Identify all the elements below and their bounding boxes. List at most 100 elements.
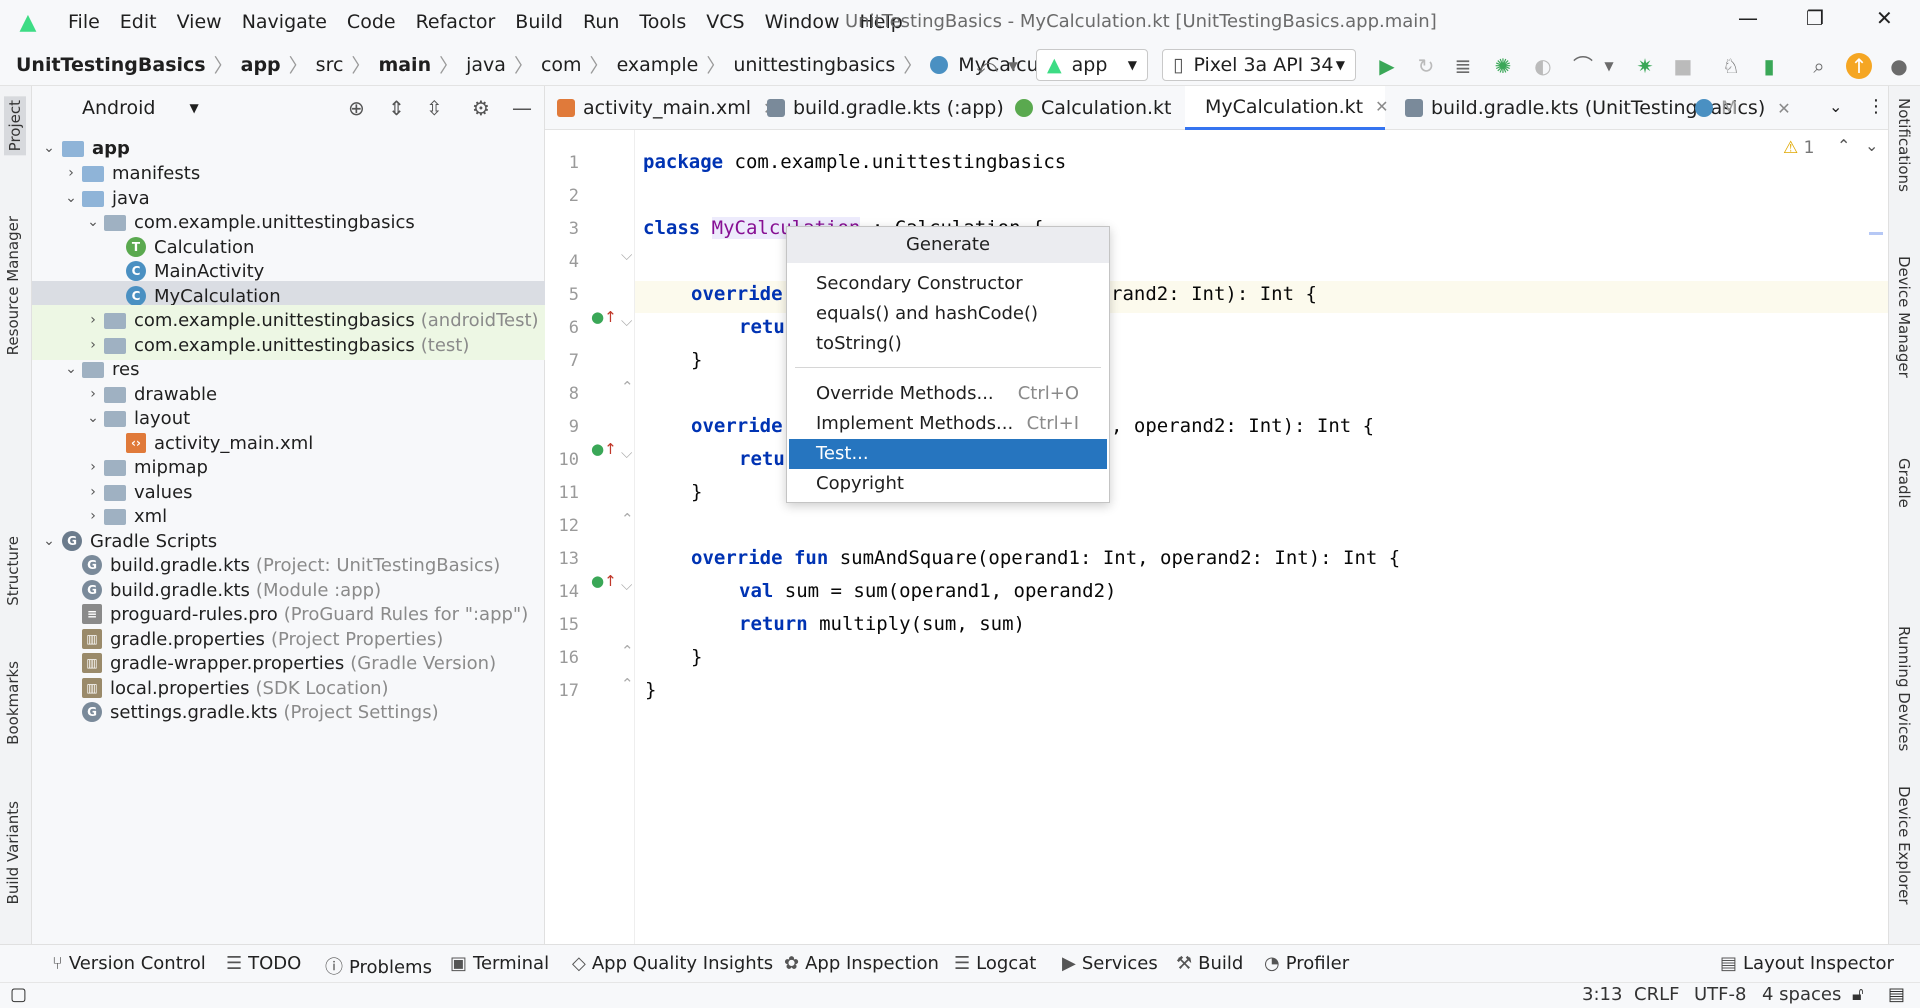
breadcrumb-src[interactable]: src	[312, 54, 348, 76]
code-line-1[interactable]: package com.example.unittestingbasics	[643, 151, 1066, 173]
chevron-down-icon[interactable]: ▼	[189, 101, 198, 115]
app-quality-insights-tool[interactable]: ◇ App Quality Insights	[572, 953, 773, 974]
menu-view[interactable]: View	[177, 11, 222, 33]
fold-icon[interactable]: ⌃	[621, 675, 634, 693]
profile-icon[interactable]: ⌒	[1570, 53, 1596, 79]
fold-icon[interactable]: ⌃	[621, 510, 634, 528]
run-tests-icon[interactable]: ≣	[1450, 53, 1476, 79]
update-icon[interactable]: ↑	[1846, 53, 1872, 79]
generate-tostring[interactable]: toString()	[789, 329, 1107, 359]
gear-icon[interactable]: ⚙	[472, 96, 490, 120]
sync-gradle-icon[interactable]: ♘	[1718, 53, 1744, 79]
breadcrumb-com[interactable]: com	[537, 54, 586, 76]
generate-copyright[interactable]: Copyright	[789, 469, 1107, 499]
chevron-down-icon[interactable]: ▼	[1000, 53, 1026, 79]
tree-item-settings-gradle[interactable]: Gsettings.gradle.kts (Project Settings)	[32, 697, 545, 727]
minimize-icon[interactable]: —	[1738, 6, 1758, 30]
version-control-tool[interactable]: ⑂ Version Control	[52, 953, 206, 974]
apply-changes-icon[interactable]: ✷	[1632, 53, 1658, 79]
menu-navigate[interactable]: Navigate	[242, 11, 327, 33]
generate-implement-methods[interactable]: Implement Methods... Ctrl+I	[789, 409, 1107, 439]
gradle-tool-tab[interactable]: Gradle	[1895, 458, 1913, 508]
project-view-select[interactable]: Android	[82, 97, 155, 119]
stop-icon[interactable]: ■	[1670, 53, 1696, 79]
fold-icon[interactable]: ⌃	[621, 378, 634, 396]
todo-tool[interactable]: ☰ TODO	[226, 953, 301, 974]
breadcrumb-package[interactable]: unittestingbasics	[729, 54, 899, 76]
code-line-10[interactable]: retu	[739, 448, 785, 470]
services-tool[interactable]: ▶ Services	[1062, 953, 1158, 974]
file-encoding[interactable]: UTF-8	[1694, 984, 1746, 1005]
notifications-tool-tab[interactable]: Notifications	[1895, 98, 1913, 192]
tab-calculation-kt[interactable]: Calculation.kt✕	[1003, 86, 1197, 130]
device-mirror-icon[interactable]: ▮	[1756, 53, 1782, 79]
menu-build[interactable]: Build	[515, 11, 563, 33]
menu-vcs[interactable]: VCS	[706, 11, 744, 33]
app-inspection-tool[interactable]: ✿ App Inspection	[784, 953, 939, 974]
run-config-select[interactable]: ▲ app ▼	[1036, 49, 1148, 81]
search-icon[interactable]: ⌕	[1806, 53, 1832, 79]
layout-inspector-tool[interactable]: ▤ Layout Inspector	[1720, 953, 1894, 974]
chevron-up-icon[interactable]: ⌃	[1837, 136, 1850, 155]
code-line-5-tail[interactable]: rand2: Int): Int {	[1111, 283, 1317, 305]
vcs-update-icon[interactable]: ⤺	[974, 53, 1000, 79]
breadcrumb-main[interactable]: main	[374, 54, 435, 76]
breadcrumb-app[interactable]: app	[237, 54, 285, 76]
device-explorer-tool-tab[interactable]: Device Explorer	[1895, 786, 1913, 905]
menu-tools[interactable]: Tools	[639, 11, 686, 33]
device-manager-tool-tab[interactable]: Device Manager	[1895, 256, 1913, 378]
debug-icon[interactable]: ✺	[1490, 53, 1516, 79]
menu-file[interactable]: File	[68, 11, 100, 33]
code-line-11[interactable]: }	[691, 481, 702, 503]
fold-icon[interactable]: ⌵	[621, 444, 632, 462]
chevron-down-icon[interactable]: ⌄	[1829, 97, 1842, 116]
device-select[interactable]: ▯ Pixel 3a API 34 ▼	[1162, 49, 1356, 81]
project-tool-tab[interactable]: Project	[4, 96, 26, 156]
generate-equals-hashcode[interactable]: equals() and hashCode()	[789, 299, 1107, 329]
run-icon[interactable]: ▶	[1374, 53, 1400, 79]
hide-panel-icon[interactable]: —	[512, 96, 532, 120]
problems-tool[interactable]: ⓘ Problems	[325, 953, 432, 979]
fold-icon[interactable]: ⌃	[621, 642, 634, 660]
bookmarks-tool-tab[interactable]: Bookmarks	[4, 661, 22, 745]
chevron-down-icon[interactable]: ⌄	[1865, 136, 1878, 155]
warnings-indicator[interactable]: ⚠ 1	[1783, 138, 1814, 158]
fold-icon[interactable]: ⌵	[621, 312, 632, 330]
running-devices-tool-tab[interactable]: Running Devices	[1895, 626, 1913, 751]
implements-marker-icon[interactable]: ●↑	[591, 308, 617, 326]
collapse-all-icon[interactable]: ⇳	[426, 96, 443, 120]
close-window-icon[interactable]: ✕	[1876, 6, 1893, 30]
tab-build-gradle-app[interactable]: build.gradle.kts (:app)✕	[755, 86, 1029, 130]
code-line-5[interactable]: override	[691, 283, 783, 305]
breadcrumb-project[interactable]: UnitTestingBasics	[0, 54, 210, 76]
code-line-15[interactable]: return multiply(sum, sum)	[739, 613, 1025, 635]
code-line-9[interactable]: override	[691, 415, 783, 437]
menu-code[interactable]: Code	[347, 11, 396, 33]
close-icon[interactable]: ✕	[1375, 97, 1388, 116]
generate-test[interactable]: Test...	[789, 439, 1107, 469]
tab-mycalculation-kt[interactable]: MyCalculation.kt ✕	[1185, 86, 1389, 130]
attach-debugger-icon[interactable]: ◐	[1530, 53, 1556, 79]
lock-icon[interactable]: 🔓︎	[1852, 984, 1864, 1005]
code-line-7[interactable]: }	[691, 349, 702, 371]
breadcrumb-java[interactable]: java	[462, 54, 510, 76]
profiler-tool[interactable]: ◔ Profiler	[1264, 953, 1349, 974]
build-variants-tool-tab[interactable]: Build Variants	[4, 801, 22, 904]
code-line-17[interactable]: }	[645, 679, 656, 701]
fold-icon[interactable]: ⌵	[621, 246, 632, 264]
logcat-tool[interactable]: ☰ Logcat	[954, 953, 1036, 974]
indent-setting[interactable]: 4 spaces	[1762, 984, 1841, 1005]
implements-marker-icon[interactable]: ●↑	[591, 440, 617, 458]
generate-secondary-constructor[interactable]: Secondary Constructor	[789, 269, 1107, 299]
implements-marker-icon[interactable]: ●↑	[591, 572, 617, 590]
restore-icon[interactable]: ❐	[1806, 6, 1824, 30]
build-tool[interactable]: ⚒ Build	[1176, 953, 1243, 974]
code-line-14[interactable]: val sum = sum(operand1, operand2)	[739, 580, 1117, 602]
resource-manager-tool-tab[interactable]: Resource Manager	[4, 216, 22, 355]
chevron-down-icon[interactable]: ▼	[1596, 53, 1622, 79]
caret-position[interactable]: 3:13	[1582, 984, 1622, 1005]
terminal-tool[interactable]: ▣ Terminal	[450, 953, 549, 974]
code-line-6[interactable]: retu	[739, 316, 785, 338]
close-icon[interactable]: ✕	[1777, 99, 1790, 118]
breadcrumb-example[interactable]: example	[613, 54, 703, 76]
